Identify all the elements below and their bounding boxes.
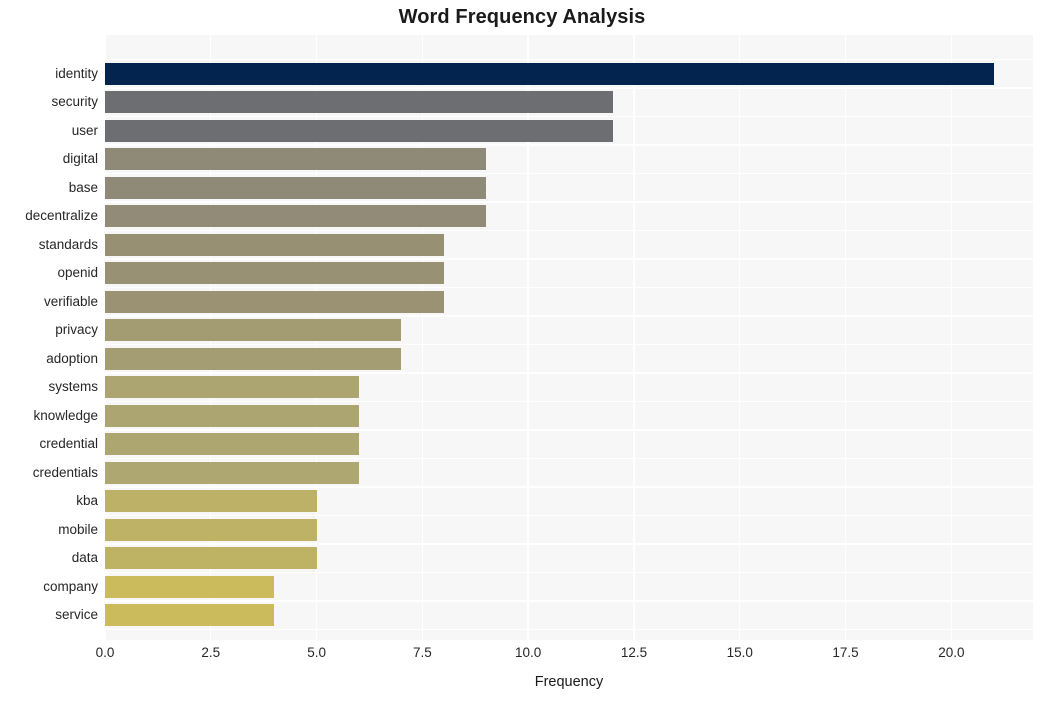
bar-kba xyxy=(105,490,317,513)
bar-data xyxy=(105,547,317,570)
x-tick-label-7: 17.5 xyxy=(832,645,859,660)
y-tick-label-data: data xyxy=(71,550,98,566)
gridline-vertical-8 xyxy=(950,35,953,640)
y-tick-label-knowledge: knowledge xyxy=(33,407,98,423)
gridline-horizontal-14 xyxy=(105,457,1033,460)
y-tick-label-identity: identity xyxy=(55,66,98,81)
gridline-vertical-5 xyxy=(633,35,635,640)
y-tick-label-decentralize: decentralize xyxy=(25,208,98,224)
gridline-horizontal-8 xyxy=(105,286,1033,289)
gridline-horizontal-2 xyxy=(105,115,1033,118)
bar-digital xyxy=(105,148,486,171)
bar-credential xyxy=(105,433,359,456)
y-tick-label-user: user xyxy=(71,122,98,138)
bar-base xyxy=(105,176,486,199)
x-tick-label-5: 12.5 xyxy=(620,645,648,660)
gridline-vertical-7 xyxy=(844,35,847,640)
gridline-horizontal-13 xyxy=(105,429,1033,431)
y-tick-label-openid: openid xyxy=(57,265,98,281)
x-axis-tick-labels: 0.0 2.5 5.0 7.5 10.0 12.5 15.0 17.5 20.0 xyxy=(0,645,1044,665)
gridline-horizontal-12 xyxy=(105,400,1033,403)
gridline-horizontal-0 xyxy=(105,59,1033,61)
gridline-horizontal-4 xyxy=(105,172,1033,175)
y-axis-tick-labels: identity security user digital base decentral… xyxy=(0,35,98,640)
gridline-horizontal-10 xyxy=(105,343,1033,346)
chart-figure: Word Frequency Analysis identity security… xyxy=(0,0,1044,701)
y-tick-label-company: company xyxy=(43,578,98,594)
gridline-horizontal-5 xyxy=(105,201,1033,203)
gridline-horizontal-6 xyxy=(105,229,1033,232)
x-tick-label-3: 7.5 xyxy=(412,645,432,660)
x-tick-label-0: 0.0 xyxy=(95,645,115,660)
bar-systems xyxy=(105,376,359,399)
gridline-horizontal-18 xyxy=(105,571,1033,574)
y-tick-label-adoption: adoption xyxy=(46,350,98,366)
y-tick-label-security: security xyxy=(51,94,98,110)
plot-area xyxy=(105,35,1033,640)
gridline-horizontal-19 xyxy=(105,600,1033,602)
gridline-horizontal-1 xyxy=(105,87,1033,89)
chart-title: Word Frequency Analysis xyxy=(398,6,646,28)
bar-decentralize xyxy=(105,205,486,228)
y-tick-label-credential: credential xyxy=(39,436,98,452)
gridline-horizontal-17 xyxy=(105,543,1033,545)
y-tick-label-privacy: privacy xyxy=(55,322,98,338)
y-tick-label-systems: systems xyxy=(48,379,98,395)
bar-standards xyxy=(105,233,444,256)
gridline-horizontal-15 xyxy=(105,486,1033,488)
y-tick-label-mobile: mobile xyxy=(58,521,98,537)
gridline-vertical-6 xyxy=(739,35,741,640)
x-tick-label-8: 20.0 xyxy=(938,645,965,660)
gridline-horizontal-16 xyxy=(105,514,1033,517)
y-tick-label-digital: digital xyxy=(62,151,98,167)
y-tick-label-base: base xyxy=(68,179,98,195)
gridline-horizontal-9 xyxy=(105,315,1033,317)
x-tick-label-2: 5.0 xyxy=(307,645,326,660)
gridline-horizontal-11 xyxy=(105,372,1033,374)
bar-verifiable xyxy=(105,290,444,313)
bar-knowledge xyxy=(105,404,359,427)
bar-user xyxy=(105,119,613,142)
gridline-horizontal-7 xyxy=(105,258,1033,260)
bar-adoption xyxy=(105,347,402,370)
bar-openid xyxy=(105,262,444,285)
bar-credentials xyxy=(105,461,359,484)
y-tick-label-kba: kba xyxy=(76,493,98,509)
y-tick-label-service: service xyxy=(55,607,98,623)
y-tick-label-standards: standards xyxy=(38,236,98,252)
gridline-horizontal-20 xyxy=(105,628,1033,631)
bar-mobile xyxy=(105,518,317,541)
gridline-horizontal-3 xyxy=(105,144,1033,146)
y-tick-label-verifiable: verifiable xyxy=(43,293,98,309)
x-tick-label-1: 2.5 xyxy=(201,645,221,660)
y-tick-label-credentials: credentials xyxy=(32,464,98,480)
x-tick-label-6: 15.0 xyxy=(726,645,753,660)
x-axis-title: Frequency xyxy=(534,674,604,690)
bar-security xyxy=(105,91,613,114)
x-tick-label-4: 10.0 xyxy=(515,645,542,660)
bar-identity xyxy=(105,63,994,85)
bar-company xyxy=(105,575,275,598)
bar-service xyxy=(105,604,275,627)
bar-privacy xyxy=(105,319,402,342)
